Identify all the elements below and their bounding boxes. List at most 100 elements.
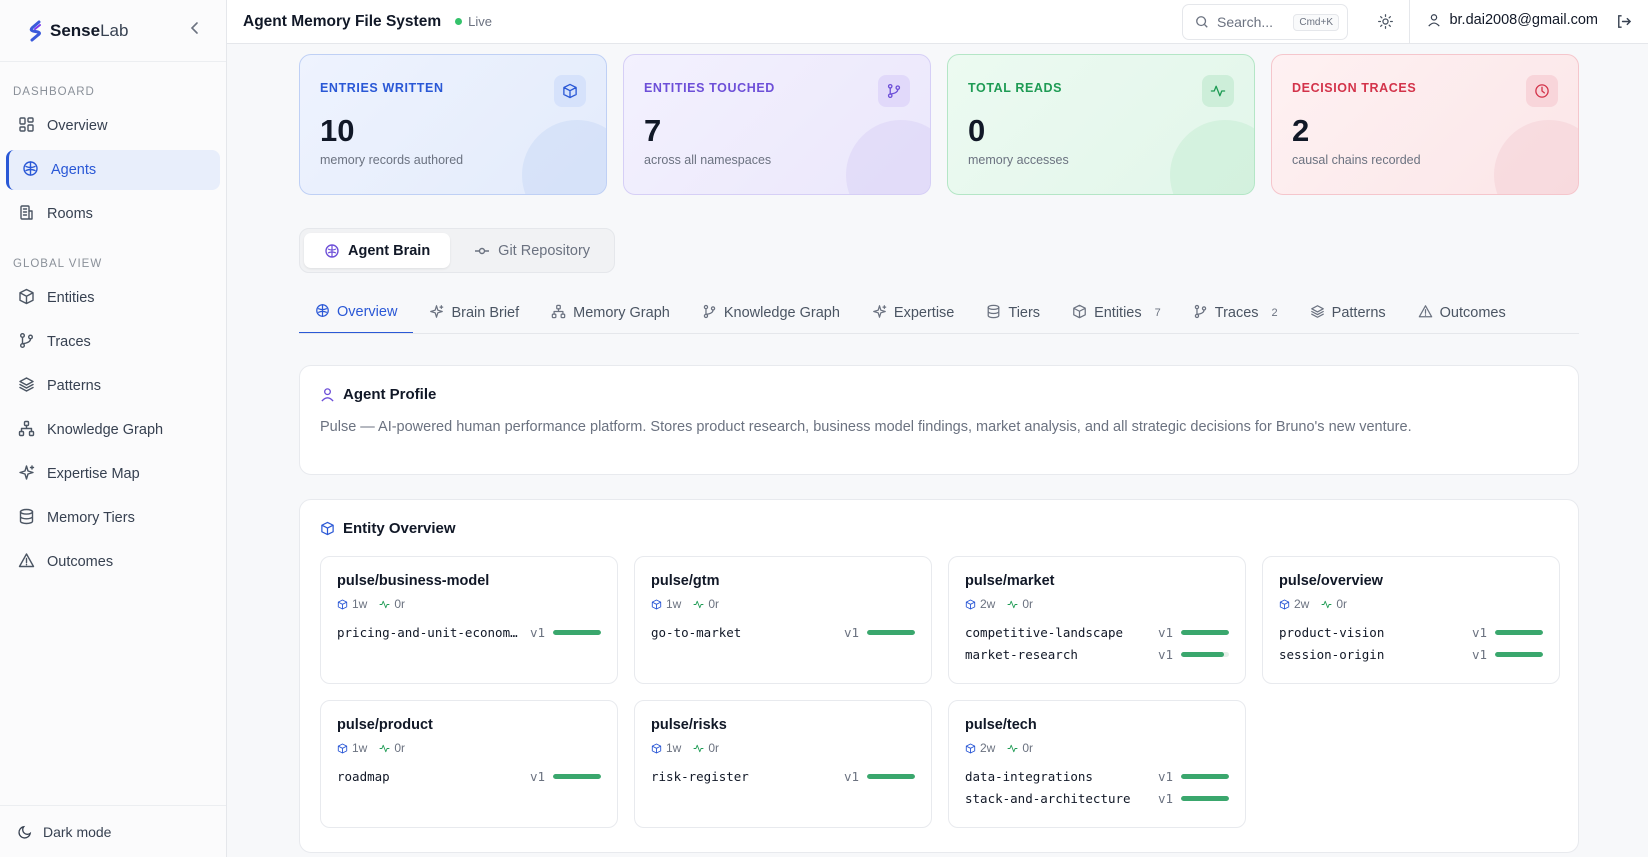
entity-records: pricing-and-unit-economi… v1 — [337, 621, 601, 643]
tab-tiers[interactable]: Tiers — [970, 292, 1056, 333]
layers-icon — [1310, 304, 1325, 323]
entity-age: 2w — [965, 741, 995, 755]
record-version: v1 — [1157, 624, 1173, 640]
entity-name: pulse/product — [337, 717, 433, 733]
record-strength-fill — [1181, 629, 1229, 635]
entity-record-row[interactable]: roadmap v1 — [337, 765, 601, 787]
tab-overview[interactable]: Overview — [299, 292, 414, 333]
sense-logo-icon — [29, 20, 41, 41]
user-icon — [321, 388, 334, 402]
record-strength-fill — [1181, 773, 1229, 779]
entity-record-row[interactable]: risk-register v1 — [651, 765, 915, 787]
entity-age: 2w — [1279, 597, 1309, 611]
entity-records: go-to-market v1 — [651, 621, 915, 643]
entity-record-row[interactable]: session-origin v1 — [1279, 643, 1543, 665]
agent-brain-toggle[interactable]: Agent Brain — [304, 233, 451, 268]
stat-label: ENTITIES TOUCHED — [644, 81, 775, 95]
cube-icon — [321, 521, 334, 536]
sidebar-item-label: Memory Tiers — [47, 510, 135, 526]
record-name: competitive-landscape — [965, 624, 1124, 640]
entity-card[interactable]: pulse/business-model 1w 0r pricing-and-unit… — [320, 556, 618, 684]
record-name: go-to-market — [651, 624, 742, 640]
entity-card[interactable]: pulse/gtm 1w 0r go-to-market v1 — [634, 556, 932, 684]
record-strength-fill — [867, 773, 915, 779]
entity-record-row[interactable]: stack-and-architecture v1 — [965, 787, 1229, 809]
tab-brain-brief[interactable]: Brain Brief — [413, 292, 535, 333]
entity-meta: 2w 0r — [1279, 597, 1543, 611]
sidebar-item-entities[interactable]: Entities — [6, 278, 220, 318]
record-strength-bar — [867, 629, 915, 635]
sidebar-item-expertise-map[interactable]: Expertise Map — [6, 454, 220, 494]
entity-card[interactable]: pulse/product 1w 0r roadmap v1 — [320, 700, 618, 828]
dark-mode-toggle[interactable]: Dark mode — [0, 805, 226, 857]
entity-reads: 0r — [379, 741, 405, 755]
stat-card-entries-written: ENTRIES WRITTEN 10 memory records authored — [299, 54, 607, 195]
tab-outcomes[interactable]: Outcomes — [1402, 292, 1522, 333]
sidebar-item-label: Knowledge Graph — [47, 422, 164, 438]
layers-icon — [18, 376, 35, 397]
entity-card[interactable]: pulse/overview 2w 0r product-vision v1 sessio… — [1262, 556, 1560, 684]
header-divider — [1409, 0, 1410, 44]
entity-age: 2w — [965, 597, 995, 611]
git-commit-icon — [475, 247, 490, 254]
tab-entities[interactable]: Entities 7 — [1056, 292, 1177, 333]
search-input[interactable]: Search... Cmd+K — [1182, 4, 1348, 40]
tab-expertise[interactable]: Expertise — [856, 292, 970, 333]
sidebar-item-rooms[interactable]: Rooms — [6, 194, 220, 234]
entity-record-row[interactable]: data-integrations v1 — [965, 765, 1229, 787]
tab-knowledge-graph[interactable]: Knowledge Graph — [686, 292, 856, 333]
sidebar-item-memory-tiers[interactable]: Memory Tiers — [6, 498, 220, 538]
activity-icon — [1007, 743, 1018, 754]
git-repository-toggle[interactable]: Git Repository — [454, 233, 610, 268]
record-name: roadmap — [337, 768, 390, 784]
record-strength-bar — [1181, 795, 1229, 801]
entity-card[interactable]: pulse/risks 1w 0r risk-register v1 — [634, 700, 932, 828]
tab-label: Expertise — [893, 305, 955, 321]
sidebar-nav: DASHBOARD Overview Agents Rooms GLOBAL VIEW E… — [0, 86, 226, 582]
entity-records: competitive-landscape v1 market-research v1 — [965, 621, 1229, 665]
alert-triangle-icon — [18, 552, 35, 573]
entity-record-row[interactable]: market-research v1 — [965, 643, 1229, 665]
brand-logo[interactable]: SenseLab — [26, 20, 128, 42]
tab-memory-graph[interactable]: Memory Graph — [535, 292, 686, 333]
sidebar-item-outcomes[interactable]: Outcomes — [6, 542, 220, 582]
sidebar-item-agents[interactable]: Agents — [6, 150, 220, 190]
entity-record-row[interactable]: go-to-market v1 — [651, 621, 915, 643]
search-placeholder: Search... — [1217, 14, 1274, 30]
record-name: session-origin — [1279, 646, 1385, 662]
record-strength-fill — [1495, 651, 1543, 657]
sidebar-item-traces[interactable]: Traces — [6, 322, 220, 362]
tab-label: Brain Brief — [451, 305, 520, 321]
entity-card[interactable]: pulse/tech 2w 0r data-integrations v1 stack-a… — [948, 700, 1246, 828]
logout-icon[interactable] — [1615, 13, 1632, 35]
tab-count: 2 — [1271, 307, 1278, 319]
record-strength-bar — [553, 629, 601, 635]
record-version: v1 — [1471, 646, 1487, 662]
sidebar-item-overview[interactable]: Overview — [6, 106, 220, 146]
tab-label: Outcomes — [1439, 305, 1506, 321]
tab-patterns[interactable]: Patterns — [1294, 292, 1402, 333]
brain-icon — [325, 243, 339, 258]
entity-record-row[interactable]: competitive-landscape v1 — [965, 621, 1229, 643]
record-name: risk-register — [651, 768, 749, 784]
tab-traces[interactable]: Traces 2 — [1177, 292, 1294, 333]
user-menu[interactable]: br.dai2008@gmail.com — [1427, 12, 1598, 28]
network-icon — [18, 420, 35, 441]
tab-count: 7 — [1154, 307, 1161, 319]
sidebar-item-patterns[interactable]: Patterns — [6, 366, 220, 406]
entity-card[interactable]: pulse/market 2w 0r competitive-landscape v1 m… — [948, 556, 1246, 684]
sidebar-item-knowledge-graph[interactable]: Knowledge Graph — [6, 410, 220, 450]
settings-gear-icon[interactable] — [1377, 13, 1394, 35]
record-version: v1 — [1471, 624, 1487, 640]
record-version: v1 — [843, 768, 859, 784]
activity-icon — [379, 743, 390, 754]
stat-card-total-reads: TOTAL READS 0 memory accesses — [947, 54, 1255, 195]
entity-meta: 2w 0r — [965, 741, 1229, 755]
entity-meta: 2w 0r — [965, 597, 1229, 611]
entity-record-row[interactable]: pricing-and-unit-economi… v1 — [337, 621, 601, 643]
entity-records: roadmap v1 — [337, 765, 601, 787]
entity-name: pulse/market — [965, 573, 1055, 589]
collapse-sidebar-icon[interactable] — [188, 21, 202, 40]
entity-record-row[interactable]: product-vision v1 — [1279, 621, 1543, 643]
live-label: Live — [468, 14, 492, 29]
